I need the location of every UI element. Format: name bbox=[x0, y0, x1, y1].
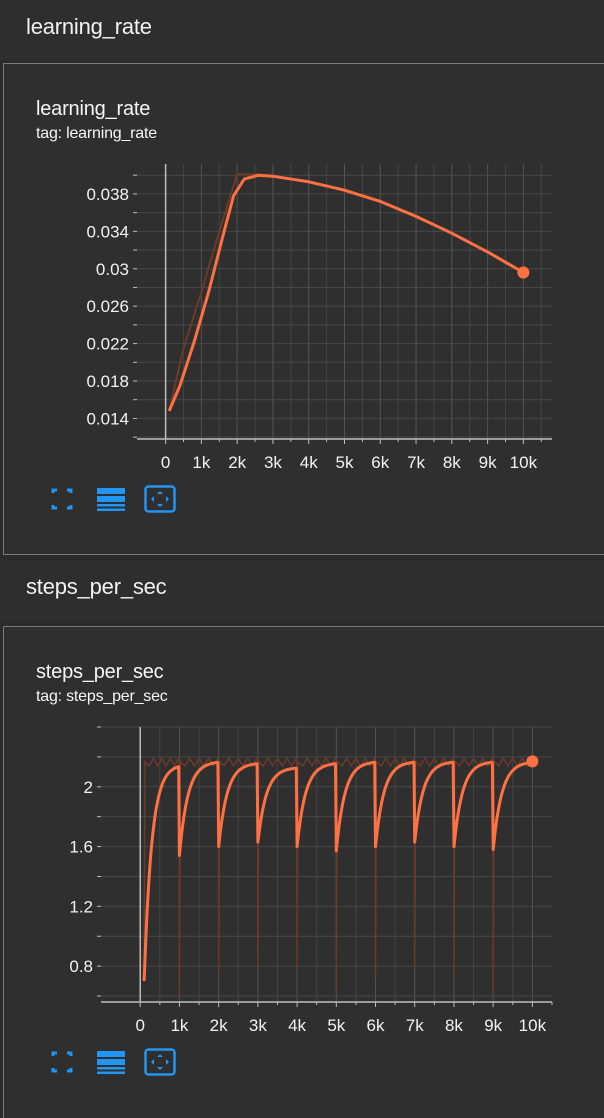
x-tick-label: 5k bbox=[327, 1016, 345, 1035]
last-point-marker bbox=[526, 755, 539, 768]
y-tick-label: 0.038 bbox=[86, 185, 129, 204]
fullscreen-icon bbox=[51, 488, 73, 510]
x-tick-label: 3k bbox=[264, 453, 282, 472]
y-tick-label: 0.018 bbox=[86, 372, 129, 391]
data-table-button[interactable] bbox=[94, 1047, 128, 1077]
data-table-icon bbox=[97, 488, 125, 511]
plot-area: 0 1k 2k 3k 4k 5k 6k 7k 8k 9k 10k 0.8 1.2 1.6 2 bbox=[69, 726, 553, 1035]
fit-domain-icon bbox=[144, 1048, 176, 1076]
x-tick-label: 5k bbox=[336, 453, 354, 472]
x-tick-label: 8k bbox=[443, 453, 461, 472]
x-tick-label: 7k bbox=[406, 1016, 424, 1035]
fullscreen-icon bbox=[51, 1051, 73, 1073]
x-tick-label: 3k bbox=[249, 1016, 267, 1035]
fit-domain-button[interactable] bbox=[143, 484, 177, 514]
fullscreen-button[interactable] bbox=[47, 484, 81, 514]
x-tick-label: 1k bbox=[192, 453, 210, 472]
series-smoothed-line bbox=[142, 760, 533, 982]
y-tick-label: 0.014 bbox=[86, 409, 129, 428]
y-tick-label: 0.026 bbox=[86, 297, 129, 316]
series-smoothed-line bbox=[167, 173, 525, 412]
x-tick-label: 2k bbox=[210, 1016, 228, 1035]
x-tick-label: 8k bbox=[445, 1016, 463, 1035]
series-raw-line bbox=[168, 173, 524, 412]
section-title: steps_per_sec bbox=[26, 574, 167, 599]
y-tick-label: 0.03 bbox=[96, 260, 129, 279]
x-tick-label: 9k bbox=[479, 453, 497, 472]
y-tick-label: 2 bbox=[84, 778, 93, 797]
x-tick-label: 6k bbox=[371, 453, 389, 472]
fullscreen-button[interactable] bbox=[47, 1047, 81, 1077]
steps-per-sec-chart[interactable]: 0 1k 2k 3k 4k 5k 6k 7k 8k 9k 10k 0.8 1.2 1.6 2 bbox=[4, 627, 604, 1047]
x-tick-label: 2k bbox=[228, 453, 246, 472]
learning-rate-chart[interactable]: 0 1k 2k 3k 4k 5k 6k 7k 8k 9k 10k 0.014 0.018 0.022 0.0… bbox=[4, 64, 604, 484]
x-tick-label: 9k bbox=[484, 1016, 502, 1035]
x-tick-label: 4k bbox=[300, 453, 318, 472]
y-tick-label: 1.2 bbox=[69, 897, 93, 916]
x-tick-label: 7k bbox=[407, 453, 425, 472]
data-table-icon bbox=[97, 1051, 125, 1074]
chart-card-steps-per-sec: steps_per_sec tag: steps_per_sec 0 1k 2k 3k… bbox=[3, 626, 604, 1118]
plot-area: 0 1k 2k 3k 4k 5k 6k 7k 8k 9k 10k 0.014 0.018 0.022 0.0… bbox=[86, 164, 552, 472]
data-table-button[interactable] bbox=[94, 484, 128, 514]
x-tick-label: 4k bbox=[288, 1016, 306, 1035]
x-tick-label: 1k bbox=[170, 1016, 188, 1035]
last-point-marker bbox=[517, 266, 530, 279]
fit-domain-icon bbox=[144, 485, 176, 513]
x-tick-label: 10k bbox=[519, 1016, 547, 1035]
y-tick-label: 0.8 bbox=[69, 957, 93, 976]
section-header-learning-rate[interactable]: learning_rate bbox=[0, 0, 604, 60]
x-tick-label: 0 bbox=[161, 453, 170, 472]
fit-domain-button[interactable] bbox=[143, 1047, 177, 1077]
section-title: learning_rate bbox=[26, 14, 152, 39]
y-tick-label: 0.034 bbox=[86, 222, 129, 241]
y-tick-label: 0.022 bbox=[86, 335, 129, 354]
y-tick-label: 1.6 bbox=[69, 838, 93, 857]
x-tick-label: 10k bbox=[510, 453, 538, 472]
chart-card-learning-rate: learning_rate tag: learning_rate 0 1k 2k 3k… bbox=[3, 63, 604, 555]
x-tick-label: 0 bbox=[135, 1016, 144, 1035]
section-header-steps-per-sec[interactable]: steps_per_sec bbox=[0, 560, 604, 620]
x-tick-label: 6k bbox=[367, 1016, 385, 1035]
